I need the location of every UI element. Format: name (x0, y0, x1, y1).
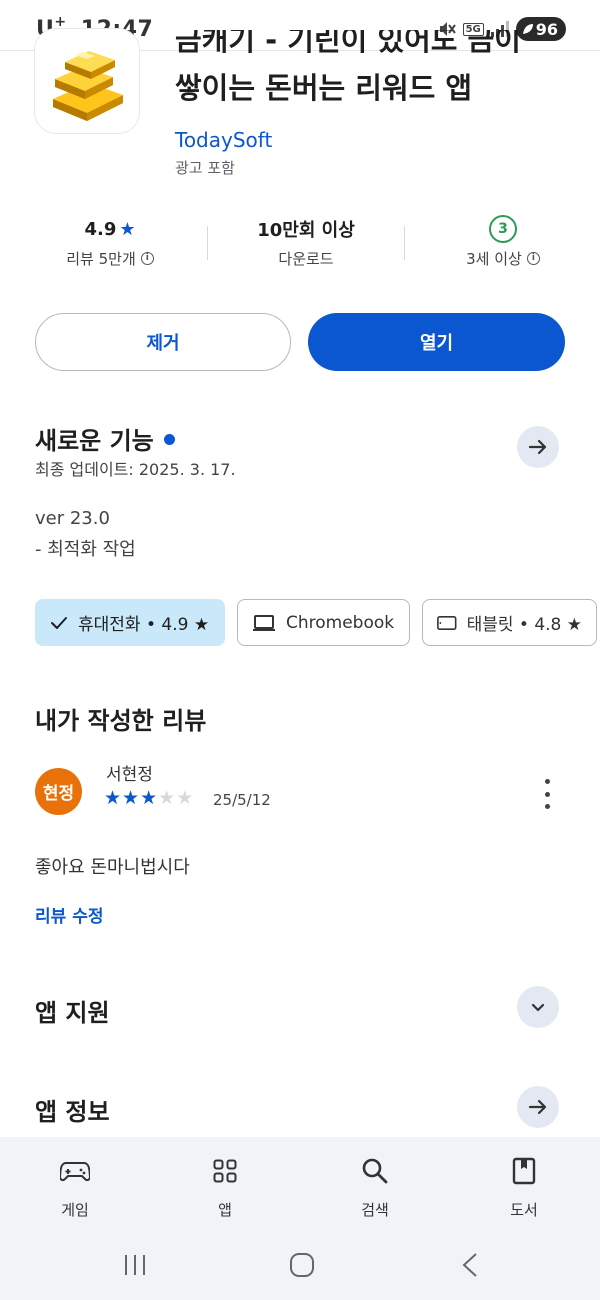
recent-apps-button[interactable] (110, 1245, 160, 1285)
age-rating-stat[interactable]: 3 3세 이상 i (413, 215, 593, 269)
whats-new-arrow-button[interactable] (517, 426, 559, 468)
nav-search-label: 검색 (361, 1201, 389, 1219)
nav-games[interactable]: 게임 (20, 1151, 130, 1220)
chip-chromebook-label: Chromebook (286, 612, 395, 633)
whats-new-heading[interactable]: 새로운 기능 (35, 421, 175, 456)
arrow-right-icon (528, 439, 547, 455)
developer-link[interactable]: TodaySoft (175, 128, 272, 152)
book-icon (469, 1151, 579, 1191)
chip-phone[interactable]: 휴대전화 • 4.9 ★ (35, 599, 225, 646)
app-title-line-2: 쌓이는 돈버는 리워드 앱 (175, 71, 473, 105)
tablet-icon (437, 615, 457, 630)
gold-bars-icon (53, 51, 123, 121)
age-value-row: 3 (413, 215, 593, 243)
chip-tablet[interactable]: 태블릿 • 4.8 ★ (422, 599, 597, 646)
app-support-title[interactable]: 앱 지원 (35, 993, 110, 1028)
more-dot (544, 779, 550, 784)
star-icon: ★ (119, 218, 136, 240)
stat-divider (207, 226, 208, 260)
gamepad-icon (20, 1151, 130, 1191)
star-filled-icon: ★ (104, 787, 123, 809)
back-button[interactable] (445, 1245, 495, 1285)
nav-apps-label: 앱 (218, 1201, 232, 1219)
my-review-title: 내가 작성한 리뷰 (35, 707, 207, 735)
app-icon (34, 28, 140, 134)
new-indicator-dot (163, 433, 175, 445)
bottom-navigation: 게임 앱 검색 도서 (0, 1137, 600, 1300)
home-icon (290, 1253, 314, 1277)
chip-tablet-label: 태블릿 • 4.8 ★ (466, 615, 582, 635)
laptop-icon (253, 614, 275, 631)
reviewer-name: 서현정 (106, 765, 153, 785)
search-icon (320, 1151, 430, 1191)
note-text: - 최적화 작업 (35, 539, 136, 560)
chevron-down-icon (531, 1003, 545, 1012)
whats-new-title: 새로운 기능 (35, 427, 154, 455)
info-icon: i (140, 252, 154, 265)
app-support-expand-button[interactable] (517, 986, 559, 1028)
arrow-right-icon (528, 1099, 547, 1115)
nav-books[interactable]: 도서 (469, 1151, 579, 1220)
review-more-button[interactable] (536, 779, 558, 809)
chip-chromebook[interactable]: Chromebook (237, 599, 410, 646)
last-updated: 최종 업데이트: 2025. 3. 17. (35, 460, 236, 479)
rating-value: 4.9 (84, 218, 117, 240)
version-text: ver 23.0 (35, 508, 110, 529)
back-icon (462, 1253, 477, 1277)
nav-apps[interactable]: 앱 (170, 1151, 280, 1220)
rating-value-row: 4.9 ★ (20, 216, 200, 242)
downloads-stat: 10만회 이상 다운로드 (216, 216, 396, 269)
age-badge-icon: 3 (489, 215, 517, 243)
age-label-row: 3세 이상 i (413, 248, 593, 269)
rating-label-row: 리뷰 5만개 i (20, 248, 200, 269)
chip-phone-label: 휴대전화 • 4.9 ★ (78, 615, 210, 635)
app-title: 금캐기 - 기린이 있어도 금이 쌓이는 돈버는 리워드 앱 (175, 28, 575, 128)
review-text: 좋아요 돈마니법시다 (35, 857, 190, 878)
star-filled-icon: ★ (140, 787, 159, 809)
downloads-label: 다운로드 (278, 250, 334, 268)
recent-apps-icon (125, 1255, 145, 1275)
home-button[interactable] (277, 1245, 327, 1285)
uninstall-button[interactable]: 제거 (35, 313, 291, 371)
age-label: 3세 이상 (466, 250, 522, 268)
review-rating: ★★★★★ (104, 787, 194, 809)
star-empty-icon: ★ (176, 787, 195, 809)
more-dot (544, 791, 550, 797)
star-filled-icon: ★ (122, 787, 141, 809)
app-info-arrow-button[interactable] (517, 1086, 559, 1128)
contains-ads-label: 광고 포함 (175, 159, 235, 177)
nav-games-label: 게임 (61, 1201, 89, 1219)
release-notes: ver 23.0 - 최적화 작업 (35, 503, 136, 565)
rating-stat[interactable]: 4.9 ★ 리뷰 5만개 i (20, 216, 200, 269)
info-icon: i (526, 252, 540, 265)
nav-books-label: 도서 (510, 1201, 538, 1219)
star-empty-icon: ★ (158, 787, 177, 809)
apps-grid-icon (170, 1151, 280, 1191)
avatar: 현정 (35, 768, 82, 815)
edit-review-link[interactable]: 리뷰 수정 (35, 902, 103, 927)
stat-divider (404, 226, 405, 260)
review-date: 25/5/12 (213, 791, 271, 809)
app-title-line-1: 금캐기 - 기린이 있어도 금이 (175, 28, 521, 57)
check-icon (51, 616, 67, 629)
downloads-value: 10만회 이상 (257, 220, 355, 241)
open-button[interactable]: 열기 (308, 313, 565, 371)
nav-search[interactable]: 검색 (320, 1151, 430, 1220)
more-dot (544, 804, 550, 809)
app-info-title[interactable]: 앱 정보 (35, 1092, 110, 1127)
rating-label: 리뷰 5만개 (66, 250, 136, 268)
